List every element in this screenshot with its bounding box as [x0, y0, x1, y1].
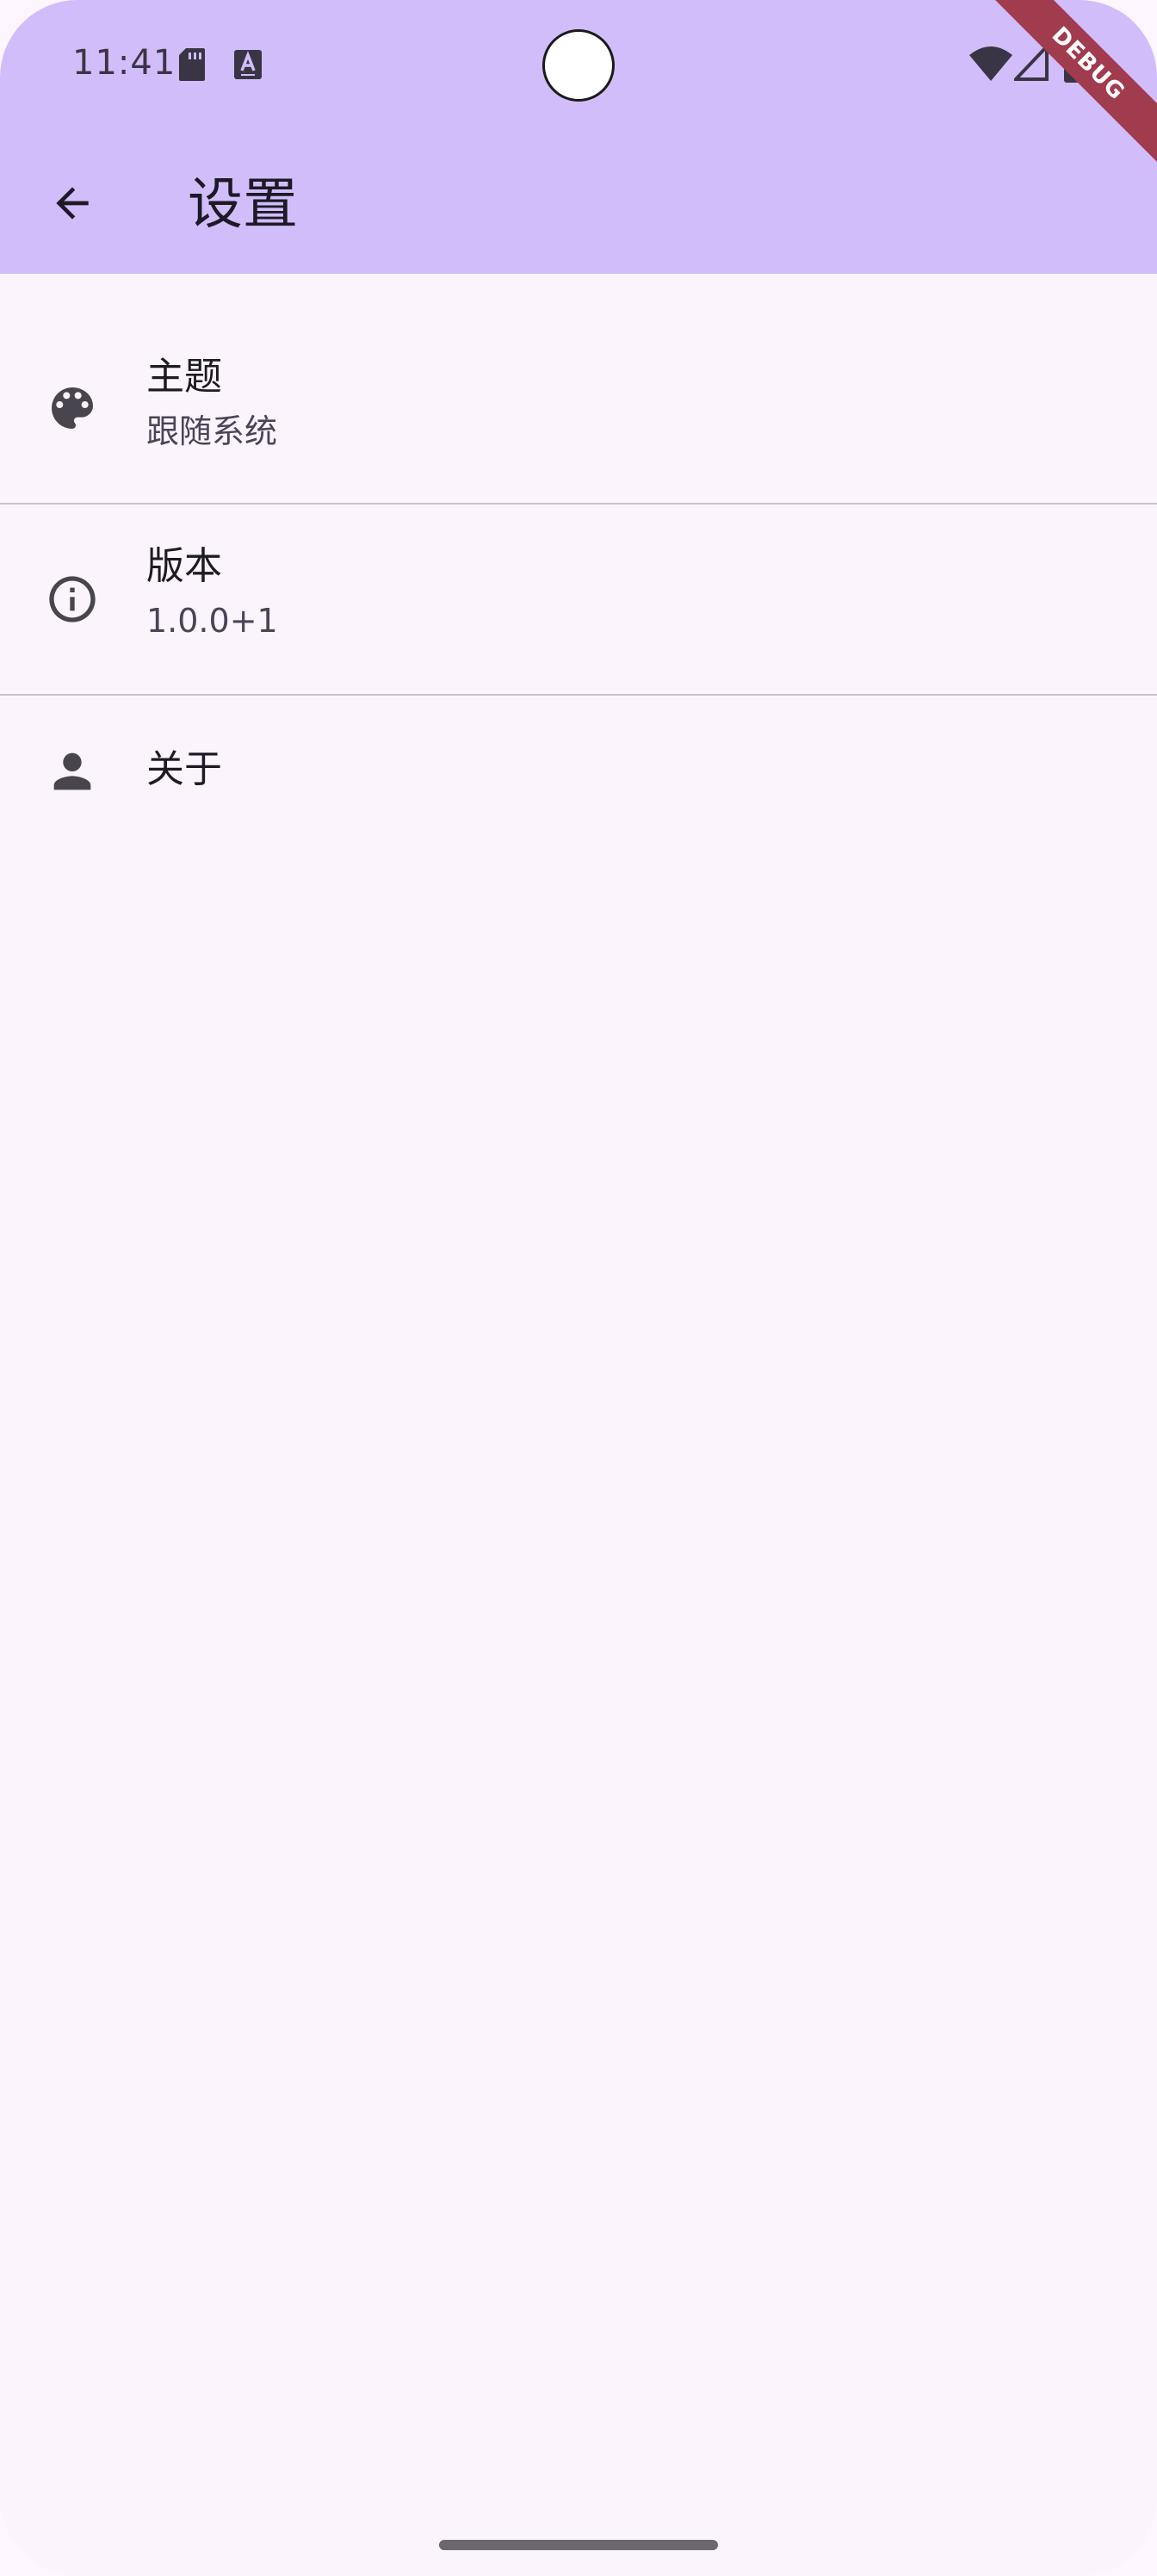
home-indicator[interactable]	[439, 2540, 718, 2550]
settings-item-version[interactable]: 版本 1.0.0+1	[0, 505, 1157, 694]
palette-icon	[52, 387, 93, 429]
sd-card-icon	[179, 48, 205, 81]
phone-screen: 11:41 DEBUG 设置 主题 跟随系统 版本 1.0.0+1 关于	[0, 0, 1157, 2576]
header-area: 11:41 DEBUG 设置	[0, 0, 1157, 274]
about-title: 关于	[146, 747, 222, 791]
app-bar: 设置	[0, 129, 1157, 274]
cell-signal-icon	[1014, 45, 1049, 81]
theme-subtitle: 跟随系统	[146, 412, 278, 450]
version-title: 版本	[146, 544, 222, 588]
settings-item-theme[interactable]: 主题 跟随系统	[0, 274, 1157, 503]
settings-list: 主题 跟随系统 版本 1.0.0+1 关于	[0, 274, 1157, 847]
wifi-icon	[969, 46, 1012, 81]
info-icon	[49, 576, 96, 622]
person-icon	[53, 752, 91, 790]
status-bar: 11:41 DEBUG	[0, 0, 1157, 170]
arrow-back-icon	[56, 187, 89, 220]
theme-title: 主题	[146, 355, 222, 399]
font-a-icon	[234, 50, 262, 79]
camera-cutout	[542, 29, 615, 102]
status-time: 11:41	[72, 43, 176, 83]
settings-item-about[interactable]: 关于	[0, 696, 1157, 847]
page-title: 设置	[188, 173, 298, 237]
version-subtitle: 1.0.0+1	[146, 602, 278, 640]
back-button[interactable]	[31, 162, 114, 245]
